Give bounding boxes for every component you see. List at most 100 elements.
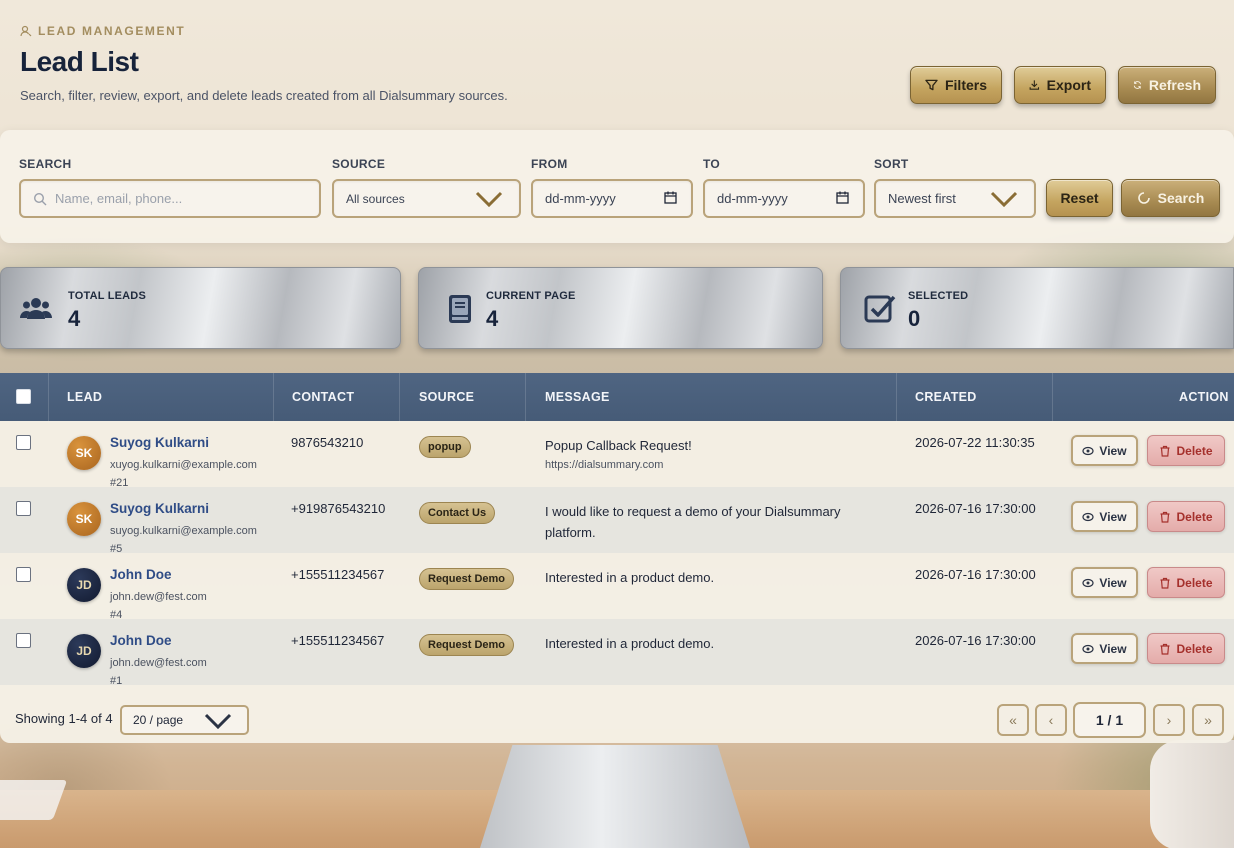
filter-panel: SEARCH SOURCE All sources FROM dd-mm-yyy… bbox=[0, 130, 1234, 243]
source-select[interactable]: All sources bbox=[332, 179, 521, 218]
sort-select[interactable]: Newest first bbox=[874, 179, 1036, 218]
eye-icon bbox=[1082, 446, 1095, 455]
row-checkbox[interactable] bbox=[16, 567, 31, 582]
eye-icon bbox=[1082, 644, 1095, 653]
row-checkbox[interactable] bbox=[16, 633, 31, 648]
search-input[interactable] bbox=[55, 191, 307, 206]
stat-value: 0 bbox=[908, 306, 921, 331]
delete-button[interactable]: Delete bbox=[1147, 633, 1225, 664]
source-badge: popup bbox=[419, 436, 471, 458]
lead-message: I would like to request a demo of your D… bbox=[545, 504, 841, 540]
row-checkbox[interactable] bbox=[16, 435, 31, 450]
avatar: SK bbox=[67, 436, 101, 470]
column-header-contact[interactable]: CONTACT bbox=[292, 390, 354, 404]
refresh-button[interactable]: Refresh bbox=[1118, 66, 1216, 104]
trash-icon bbox=[1160, 643, 1170, 655]
lead-message: Interested in a product demo. bbox=[545, 570, 715, 585]
lead-message: Interested in a product demo. bbox=[545, 636, 715, 651]
top-actions: Filters Export Refresh bbox=[910, 66, 1216, 104]
view-button[interactable]: View bbox=[1071, 501, 1138, 532]
users-icon bbox=[20, 298, 52, 319]
last-page-button[interactable]: » bbox=[1192, 704, 1224, 736]
page-header: LEAD MANAGEMENT Lead List Search, filter… bbox=[20, 24, 508, 103]
search-label: SEARCH bbox=[19, 157, 72, 171]
stat-label: CURRENT PAGE bbox=[486, 290, 576, 302]
page-title: Lead List bbox=[20, 46, 139, 77]
to-date-field[interactable]: dd-mm-yyyy bbox=[703, 179, 865, 218]
table-row: JD John Doe john.dew@fest.com #1 +155511… bbox=[0, 619, 1234, 687]
lead-created: 2026-07-16 17:30:00 bbox=[915, 501, 1036, 516]
from-date-field[interactable]: dd-mm-yyyy bbox=[531, 179, 693, 218]
column-divider bbox=[525, 373, 526, 421]
view-button[interactable]: View bbox=[1071, 633, 1138, 664]
calendar-icon[interactable] bbox=[664, 191, 677, 204]
lead-email: suyog.kulkarni@example.com bbox=[110, 525, 257, 537]
avatar: JD bbox=[67, 568, 101, 602]
reset-button[interactable]: Reset bbox=[1046, 179, 1113, 217]
per-page-select[interactable]: 20 / page bbox=[120, 705, 249, 735]
search-button[interactable]: Search bbox=[1121, 179, 1220, 217]
table-row: SK Suyog Kulkarni suyog.kulkarni@example… bbox=[0, 487, 1234, 555]
lead-name-link[interactable]: Suyog Kulkarni bbox=[110, 435, 209, 450]
sort-label: SORT bbox=[874, 157, 909, 171]
view-button[interactable]: View bbox=[1071, 435, 1138, 466]
source-label: SOURCE bbox=[332, 157, 386, 171]
download-icon bbox=[1029, 80, 1040, 90]
delete-button[interactable]: Delete bbox=[1147, 435, 1225, 466]
delete-label: Delete bbox=[1176, 509, 1213, 524]
filters-button[interactable]: Filters bbox=[910, 66, 1002, 104]
lead-contact: +155511234567 bbox=[291, 633, 385, 648]
source-badge: Request Demo bbox=[419, 568, 515, 590]
export-button[interactable]: Export bbox=[1014, 66, 1106, 104]
prev-page-button[interactable]: ‹ bbox=[1035, 704, 1067, 736]
lead-email: john.dew@fest.com bbox=[110, 591, 207, 603]
showing-count: Showing 1-4 of 4 bbox=[15, 711, 113, 726]
column-header-lead[interactable]: LEAD bbox=[67, 390, 102, 404]
delete-label: Delete bbox=[1176, 575, 1213, 590]
first-page-button[interactable]: « bbox=[997, 704, 1029, 736]
view-label: View bbox=[1099, 575, 1127, 590]
next-page-button[interactable]: › bbox=[1153, 704, 1185, 736]
trash-icon bbox=[1160, 577, 1170, 589]
table-row: SK Suyog Kulkarni xuyog.kulkarni@example… bbox=[0, 421, 1234, 489]
view-button[interactable]: View bbox=[1071, 567, 1138, 598]
column-header-source[interactable]: SOURCE bbox=[419, 390, 474, 404]
view-label: View bbox=[1099, 509, 1127, 524]
filters-label: Filters bbox=[944, 77, 987, 93]
refresh-icon bbox=[1137, 192, 1150, 204]
lead-contact: 9876543210 bbox=[291, 435, 364, 450]
view-label: View bbox=[1099, 641, 1127, 656]
lead-created: 2026-07-16 17:30:00 bbox=[915, 567, 1036, 582]
delete-button[interactable]: Delete bbox=[1147, 567, 1225, 598]
lead-email: xuyog.kulkarni@example.com bbox=[110, 459, 257, 471]
lead-name-link[interactable]: Suyog Kulkarni bbox=[110, 501, 209, 516]
delete-button[interactable]: Delete bbox=[1147, 501, 1225, 532]
eye-icon bbox=[1082, 512, 1095, 521]
lead-name-link[interactable]: John Doe bbox=[110, 567, 172, 582]
chevron-down-icon bbox=[475, 191, 503, 207]
table-row: JD John Doe john.dew@fest.com #4 +155511… bbox=[0, 553, 1234, 621]
stat-value: 4 bbox=[68, 306, 81, 331]
row-checkbox[interactable] bbox=[16, 501, 31, 516]
eyebrow: LEAD MANAGEMENT bbox=[20, 24, 508, 38]
stat-label: TOTAL LEADS bbox=[68, 290, 146, 302]
column-header-message[interactable]: MESSAGE bbox=[545, 390, 610, 404]
lead-id: #1 bbox=[110, 675, 123, 687]
refresh-icon bbox=[1133, 81, 1142, 89]
select-all-checkbox[interactable] bbox=[16, 389, 31, 404]
column-divider bbox=[399, 373, 400, 421]
lead-contact: +155511234567 bbox=[291, 567, 385, 582]
page-subtitle: Search, filter, review, export, and dele… bbox=[20, 88, 508, 103]
delete-label: Delete bbox=[1176, 443, 1213, 458]
avatar: SK bbox=[67, 502, 101, 536]
background-cup bbox=[1150, 740, 1234, 848]
calendar-icon[interactable] bbox=[836, 191, 849, 204]
from-date-value: dd-mm-yyyy bbox=[545, 191, 616, 206]
stat-current-page: CURRENT PAGE 4 bbox=[418, 267, 823, 349]
column-header-created[interactable]: CREATED bbox=[915, 390, 977, 404]
export-label: Export bbox=[1046, 77, 1091, 93]
search-field[interactable] bbox=[19, 179, 321, 218]
column-header-action: ACTION bbox=[1179, 390, 1229, 404]
lead-name-link[interactable]: John Doe bbox=[110, 633, 172, 648]
stat-selected: SELECTED 0 bbox=[840, 267, 1234, 349]
